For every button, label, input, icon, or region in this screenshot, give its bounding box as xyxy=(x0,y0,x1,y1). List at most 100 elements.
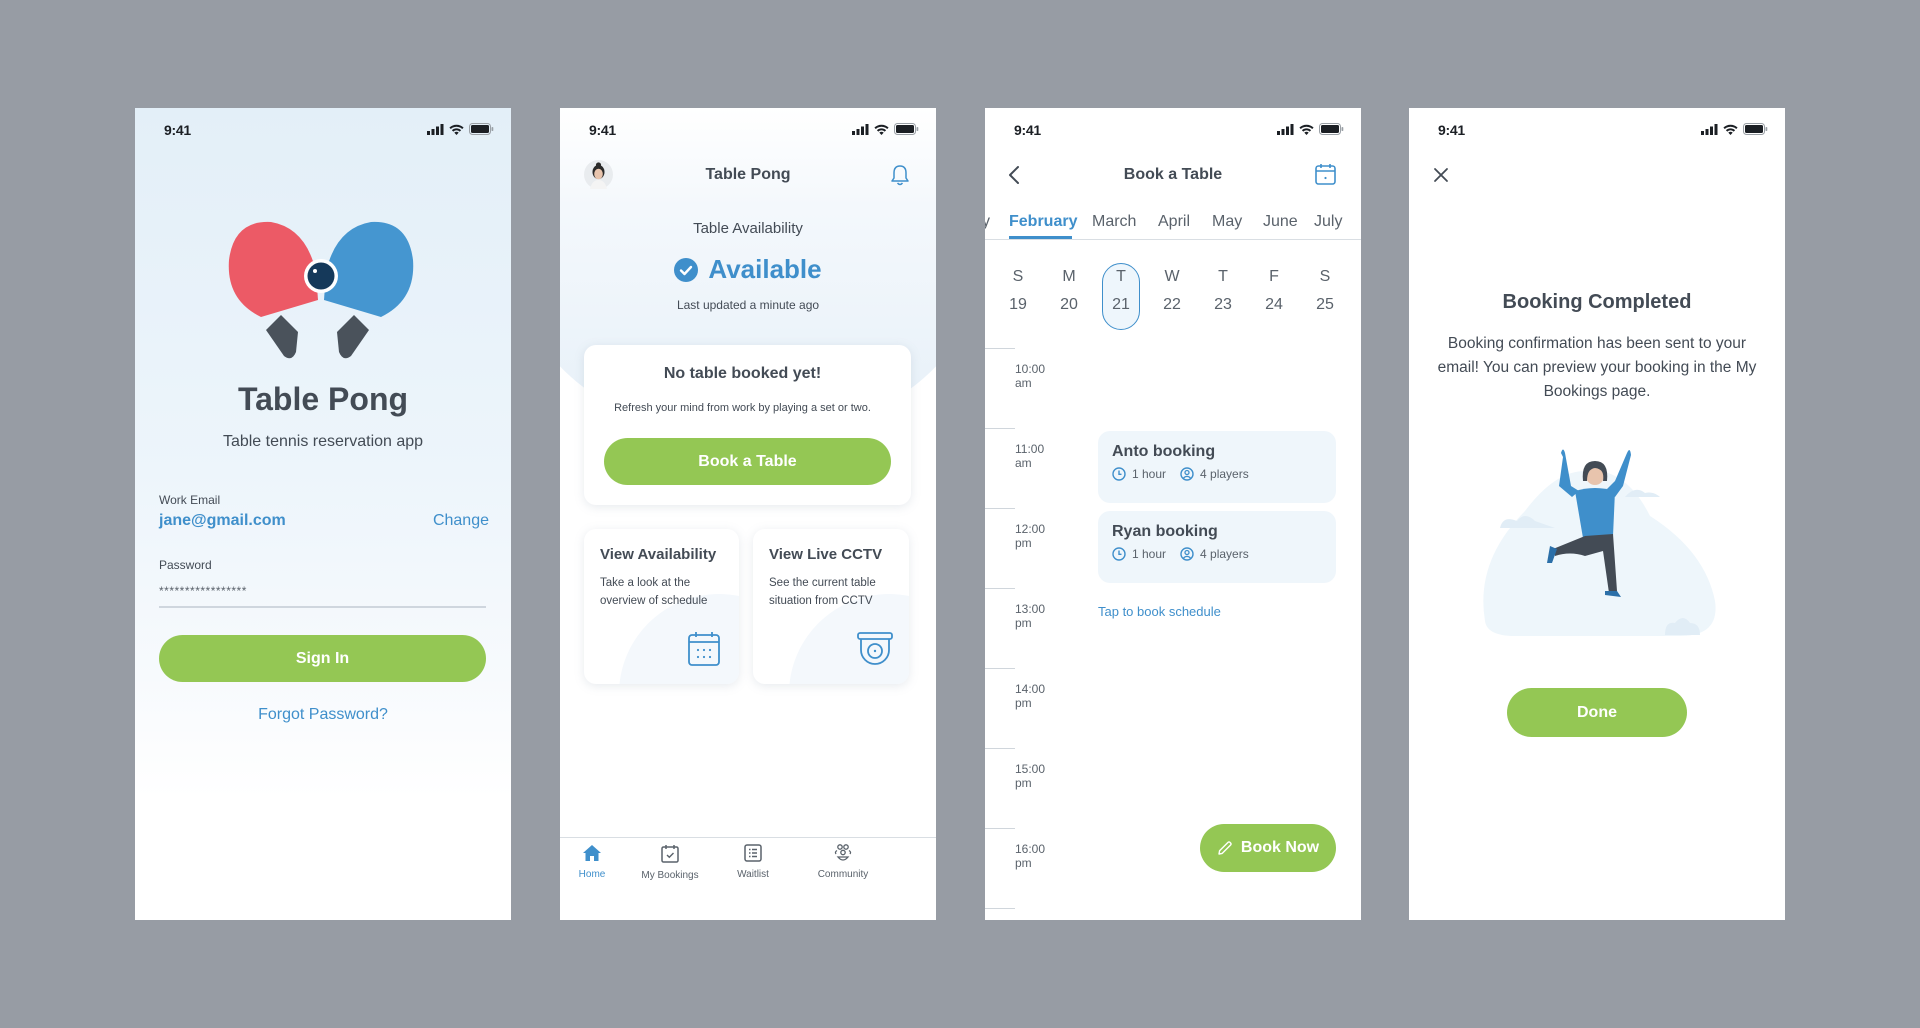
tab-february[interactable]: February xyxy=(1009,213,1077,231)
day-20[interactable]: M 20 xyxy=(1051,268,1087,314)
wifi-icon xyxy=(1723,124,1738,135)
tab-june[interactable]: June xyxy=(1263,213,1298,231)
calendar-icon[interactable] xyxy=(1315,163,1336,185)
hour-period: pm xyxy=(1015,776,1032,790)
hour-divider xyxy=(985,348,1015,349)
battery-icon xyxy=(894,123,919,135)
app-logo-paddles-icon xyxy=(228,221,414,359)
sign-in-button[interactable]: Sign In xyxy=(159,635,486,682)
signal-icon xyxy=(1701,123,1718,135)
hour-divider xyxy=(985,828,1015,829)
nav-label: Waitlist xyxy=(737,869,769,880)
month-tabs: y February March April May June July xyxy=(985,206,1361,240)
booking-card[interactable]: Anto booking 1 hour 4 players xyxy=(1098,431,1336,503)
hour-label: 15:00 pm xyxy=(1015,762,1045,790)
book-a-table-button[interactable]: Book a Table xyxy=(604,438,891,485)
nav-item-community[interactable]: Community xyxy=(798,844,888,880)
nav-item-my-bookings[interactable]: My Bookings xyxy=(625,844,715,881)
nav-item-waitlist[interactable]: Waitlist xyxy=(708,844,798,880)
card-body-line: See the current table xyxy=(769,577,876,589)
tab-july[interactable]: July xyxy=(1314,213,1342,231)
card-body-line: Take a look at the xyxy=(600,577,691,589)
availability-label: Table Availability xyxy=(693,220,803,237)
status-icons xyxy=(427,123,494,135)
booking-players: 4 players xyxy=(1200,547,1249,561)
empty-card-title: No table booked yet! xyxy=(663,365,822,382)
done-button[interactable]: Done xyxy=(1507,688,1687,737)
hour-time: 13:00 xyxy=(1015,602,1046,616)
completed-title: Booking Completed xyxy=(1502,291,1692,313)
status-time: 9:41 xyxy=(589,122,616,138)
check-circle-icon xyxy=(674,257,699,282)
day-date: 21 xyxy=(1112,296,1130,313)
hour-period: pm xyxy=(1015,856,1032,870)
hour-divider xyxy=(985,508,1015,509)
email-field[interactable]: jane@gmail.com xyxy=(159,512,286,530)
calendar-check-icon xyxy=(661,845,679,863)
day-date: 20 xyxy=(1060,296,1078,313)
community-icon xyxy=(834,844,852,861)
status-icons xyxy=(1701,123,1768,135)
hour-divider xyxy=(985,668,1015,669)
day-23[interactable]: T 23 xyxy=(1205,268,1241,314)
booking-completed-screen: 9:41 Booking Completed Booking confirmat… xyxy=(1409,108,1785,920)
battery-icon xyxy=(1319,123,1344,135)
signal-icon xyxy=(427,123,444,135)
status-time: 9:41 xyxy=(164,122,191,138)
day-of-week: S xyxy=(1319,268,1331,285)
wifi-icon xyxy=(874,124,889,135)
day-22[interactable]: W 22 xyxy=(1154,268,1190,314)
battery-icon xyxy=(469,123,494,135)
day-21[interactable]: T 21 xyxy=(1103,268,1139,314)
close-icon[interactable] xyxy=(1433,167,1449,183)
hour-label: 10:00 am xyxy=(1015,362,1045,390)
clock-icon xyxy=(1112,467,1126,481)
app-title: Table Pong xyxy=(237,381,409,417)
hour-period: pm xyxy=(1015,696,1032,710)
tap-to-book-link[interactable]: Tap to book schedule xyxy=(1098,604,1221,619)
home-screen: 9:41 Table Pong Table Availability Avail… xyxy=(560,108,936,920)
card-body-line: overview of schedule xyxy=(600,595,708,607)
pencil-icon xyxy=(1218,841,1232,855)
tab-march[interactable]: March xyxy=(1092,213,1136,231)
clock-icon xyxy=(1112,547,1126,561)
forgot-password-link[interactable]: Forgot Password? xyxy=(135,706,511,724)
book-now-button[interactable]: Book Now xyxy=(1200,824,1336,872)
tab-may[interactable]: May xyxy=(1212,213,1242,231)
tab-january[interactable]: y xyxy=(985,213,990,231)
booking-card[interactable]: Ryan booking 1 hour 4 players xyxy=(1098,511,1336,583)
availability-status-text: Available xyxy=(708,254,822,284)
status-icons xyxy=(852,123,919,135)
availability-status: Available xyxy=(560,254,936,285)
signal-icon xyxy=(1277,123,1294,135)
calendar-icon xyxy=(688,632,720,666)
hour-divider xyxy=(985,588,1015,589)
user-circle-icon xyxy=(1180,547,1194,561)
home-icon xyxy=(583,845,601,861)
password-field[interactable]: ***************** xyxy=(159,584,247,598)
hour-divider xyxy=(985,748,1015,749)
card-title: View Availability xyxy=(600,546,717,563)
hour-time: 12:00 xyxy=(1015,522,1046,536)
day-of-week: M xyxy=(1062,268,1076,285)
last-updated: Last updated a minute ago xyxy=(676,298,820,312)
tab-april[interactable]: April xyxy=(1158,213,1190,231)
change-email-link[interactable]: Change xyxy=(433,512,489,530)
day-19[interactable]: S 19 xyxy=(1000,268,1036,314)
hour-time: 11:00 xyxy=(1015,442,1045,456)
day-25[interactable]: S 25 xyxy=(1307,268,1343,314)
day-24[interactable]: F 24 xyxy=(1256,268,1292,314)
hour-period: pm xyxy=(1015,616,1032,630)
view-availability-card[interactable]: View Availability Take a look at the ove… xyxy=(584,529,739,684)
wifi-icon xyxy=(449,124,464,135)
password-underline xyxy=(159,606,486,608)
list-icon xyxy=(744,844,762,862)
book-now-label: Book Now xyxy=(1240,839,1320,856)
header-title: Table Pong xyxy=(705,166,791,183)
booking-title: Ryan booking xyxy=(1112,523,1218,540)
empty-booking-card: No table booked yet! Refresh your mind f… xyxy=(584,345,911,505)
bell-icon[interactable] xyxy=(890,164,910,186)
signal-icon xyxy=(852,123,869,135)
hour-label: 14:00 pm xyxy=(1015,682,1045,710)
view-cctv-card[interactable]: View Live CCTV See the current table sit… xyxy=(753,529,909,684)
